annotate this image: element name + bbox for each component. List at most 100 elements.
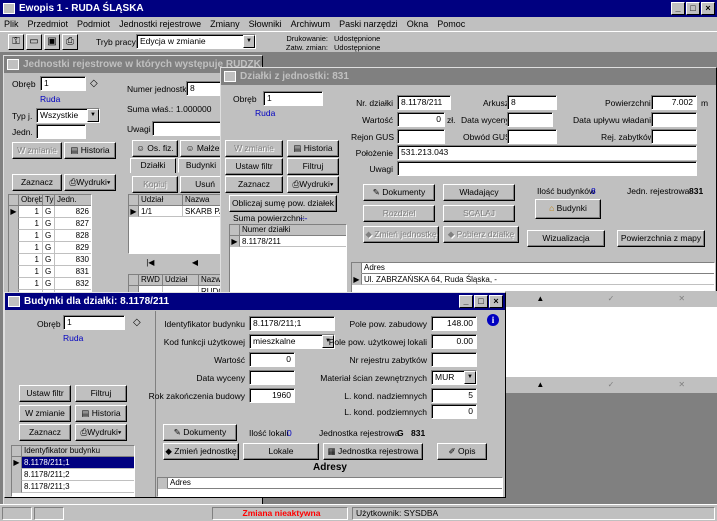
dz-uwagi-input[interactable] bbox=[397, 161, 697, 176]
menu-item-9[interactable]: Pomoc bbox=[437, 17, 465, 31]
dz-budynki-button[interactable]: ⌂ Budynki bbox=[535, 199, 601, 219]
menu-item-5[interactable]: Słowniki bbox=[249, 17, 282, 31]
bu-kondpod-input[interactable]: 0 bbox=[431, 404, 477, 419]
jr-list-cell[interactable]: G bbox=[43, 242, 55, 254]
close-button[interactable]: × bbox=[701, 2, 715, 15]
minimize-button[interactable]: _ bbox=[671, 2, 685, 15]
nav-first-icon[interactable]: |◀ bbox=[128, 256, 173, 270]
menu-item-3[interactable]: Jednostki rejestrowe bbox=[119, 17, 201, 31]
menu-item-2[interactable]: Podmiot bbox=[77, 17, 110, 31]
bu-list-item[interactable]: 8.1178/211;1 bbox=[22, 457, 134, 469]
dz-oblicz-button[interactable]: Obliczaj sumę pow. działek bbox=[229, 195, 337, 212]
jr-list-cell[interactable]: 1 bbox=[19, 218, 43, 230]
dz-rozdziel-button[interactable]: Rozdziel bbox=[363, 205, 435, 222]
dz-obwod-input[interactable] bbox=[507, 129, 557, 144]
jr-wydruki-button[interactable]: ⎙Wydruki▾ bbox=[64, 174, 116, 191]
nav-check2-icon[interactable]: ✓ bbox=[576, 377, 647, 393]
tab-budynki[interactable]: Budynki bbox=[178, 158, 224, 173]
dz-rejon-input[interactable] bbox=[397, 129, 445, 144]
bu-obreb-input[interactable]: 1 bbox=[63, 315, 125, 330]
bu-polezab-input[interactable]: 148.00 bbox=[431, 316, 477, 331]
jr-kopiuj-button[interactable]: Kopiuj bbox=[132, 176, 178, 193]
menu-item-4[interactable]: Zmiany bbox=[210, 17, 240, 31]
bu-zaznacz-button[interactable]: Zaznacz bbox=[19, 424, 71, 441]
dz-wzmianie-button[interactable]: W zmianie bbox=[225, 140, 283, 157]
dz-list-item[interactable]: 8.1178/211 bbox=[240, 236, 346, 247]
info-icon[interactable]: i bbox=[487, 314, 499, 326]
jr-owners-cell[interactable]: 1/1 bbox=[139, 206, 183, 217]
jr-list-cell[interactable]: 1 bbox=[19, 278, 43, 290]
bu-nrzab-input[interactable] bbox=[431, 352, 477, 367]
jr-list-cell[interactable]: 1 bbox=[19, 254, 43, 266]
jr-list-cell[interactable]: G bbox=[43, 230, 55, 242]
jr-osfiz-button[interactable]: ☺ Os. fiz. bbox=[132, 140, 178, 157]
bu-lokale-button[interactable]: Lokale bbox=[243, 443, 319, 460]
key-icon[interactable]: ⚿ bbox=[8, 34, 24, 50]
dz-wartosc-input[interactable]: 0 bbox=[397, 112, 445, 127]
maximize-button[interactable]: □ bbox=[686, 2, 700, 15]
dz-pow-input[interactable]: 7.002 bbox=[651, 95, 697, 110]
jr-zaznacz-button[interactable]: Zaznacz bbox=[12, 174, 62, 191]
jr-list-cell[interactable]: 1 bbox=[19, 206, 43, 218]
bu-minimize-button[interactable]: _ bbox=[459, 295, 473, 308]
menu-item-7[interactable]: Paski narzędzi bbox=[339, 17, 398, 31]
dz-datawyceny-input[interactable] bbox=[507, 112, 553, 127]
bu-wydruki-button[interactable]: ⎙Wydruki▾ bbox=[75, 424, 127, 441]
bu-jedn-button[interactable]: ▦ Jednostka rejestrowa bbox=[323, 443, 423, 460]
dz-zaznacz-button[interactable]: Zaznacz bbox=[225, 176, 283, 193]
bu-ustawfiltr-button[interactable]: Ustaw filtr bbox=[19, 385, 71, 402]
bu-rok-input[interactable]: 1960 bbox=[249, 388, 295, 403]
bu-diamond-icon[interactable]: ◇ bbox=[133, 317, 141, 328]
jr-list-cell[interactable]: 831 bbox=[55, 266, 91, 278]
bu-address-grid[interactable]: Adres bbox=[157, 477, 503, 497]
bu-list-item[interactable]: 8.1178/211;2 bbox=[22, 469, 134, 481]
dz-powmapy-button[interactable]: Powierzchnia z mapy bbox=[617, 230, 705, 247]
bu-filtruj-button[interactable]: Filtruj bbox=[75, 385, 127, 402]
menu-item-8[interactable]: Okna bbox=[407, 17, 429, 31]
bu-maximize-button[interactable]: □ bbox=[474, 295, 488, 308]
nav-up-icon[interactable]: ▲ bbox=[505, 291, 576, 307]
jr-list-cell[interactable]: G bbox=[43, 206, 55, 218]
dz-addr-row[interactable]: Ul. ZABRZAŃSKA 64, Ruda Śląska, - bbox=[362, 274, 714, 285]
jr-historia-button[interactable]: ▤ Historia bbox=[64, 142, 116, 159]
dz-polozenie-input[interactable]: 531.213.043 bbox=[397, 145, 697, 160]
dz-rejzab-input[interactable] bbox=[651, 129, 697, 144]
bu-historia-button[interactable]: ▤ Historia bbox=[75, 405, 127, 422]
jr-jedn-input[interactable] bbox=[36, 124, 86, 139]
bu-list[interactable]: Identyfikator budynku ▶ 8.1178/211;1 8.1178… bbox=[11, 445, 135, 497]
nav-x-icon[interactable]: ✕ bbox=[646, 291, 717, 307]
dz-ustawfiltr-button[interactable]: Ustaw filtr bbox=[225, 158, 283, 175]
jr-list-cell[interactable]: 1 bbox=[19, 266, 43, 278]
tab-dzialki[interactable]: Działki bbox=[130, 158, 176, 173]
nav-prev-icon[interactable]: ◀ bbox=[173, 256, 218, 270]
bu-zmien-button[interactable]: ◆ Zmień jednostkę bbox=[163, 443, 239, 460]
jr-list-cell[interactable]: 827 bbox=[55, 218, 91, 230]
open-icon[interactable]: ▭ bbox=[26, 34, 42, 50]
dz-zmien-button[interactable]: ◆ Zmień jednostkę bbox=[363, 226, 439, 243]
dz-filtruj-button[interactable]: Filtruj bbox=[287, 158, 339, 175]
jr-list-cell[interactable]: G bbox=[43, 266, 55, 278]
mode-select[interactable]: Edycja w zmianie ▼ bbox=[136, 34, 256, 49]
save-icon[interactable]: ▣ bbox=[44, 34, 60, 50]
nav-up2-icon[interactable]: ▲ bbox=[505, 377, 576, 393]
menu-item-6[interactable]: Archiwum bbox=[291, 17, 331, 31]
bu-close-button[interactable]: × bbox=[489, 295, 503, 308]
jr-wzmianie-button[interactable]: W zmianie bbox=[12, 142, 62, 159]
bu-kondnad-input[interactable]: 5 bbox=[431, 388, 477, 403]
dz-historia-button[interactable]: ▤ Historia bbox=[287, 140, 339, 157]
dz-wladajacy-button[interactable]: Władający bbox=[443, 184, 515, 201]
bu-dokumenty-button[interactable]: ✎ Dokumenty bbox=[163, 424, 237, 441]
jr-list-cell[interactable]: G bbox=[43, 278, 55, 290]
jr-diamond-icon[interactable]: ◇ bbox=[90, 78, 98, 89]
dz-list[interactable]: Numer działki ▶ 8.1178/211 bbox=[229, 224, 347, 296]
jr-list-cell[interactable]: G bbox=[43, 254, 55, 266]
dz-wizualizacja-button[interactable]: Wizualizacja bbox=[527, 230, 605, 247]
bu-opis-button[interactable]: ✐ Opis bbox=[437, 443, 487, 460]
dz-nr-input[interactable]: 8.1178/211 bbox=[397, 95, 451, 110]
jr-obreb-input[interactable]: 1 bbox=[40, 76, 86, 91]
dz-dokumenty-button[interactable]: ✎ Dokumenty bbox=[363, 184, 435, 201]
jr-list-cell[interactable]: 829 bbox=[55, 242, 91, 254]
dz-dataupl-input[interactable] bbox=[651, 112, 697, 127]
jr-list-cell[interactable]: 1 bbox=[19, 230, 43, 242]
menu-item-1[interactable]: Przedmiot bbox=[28, 17, 69, 31]
